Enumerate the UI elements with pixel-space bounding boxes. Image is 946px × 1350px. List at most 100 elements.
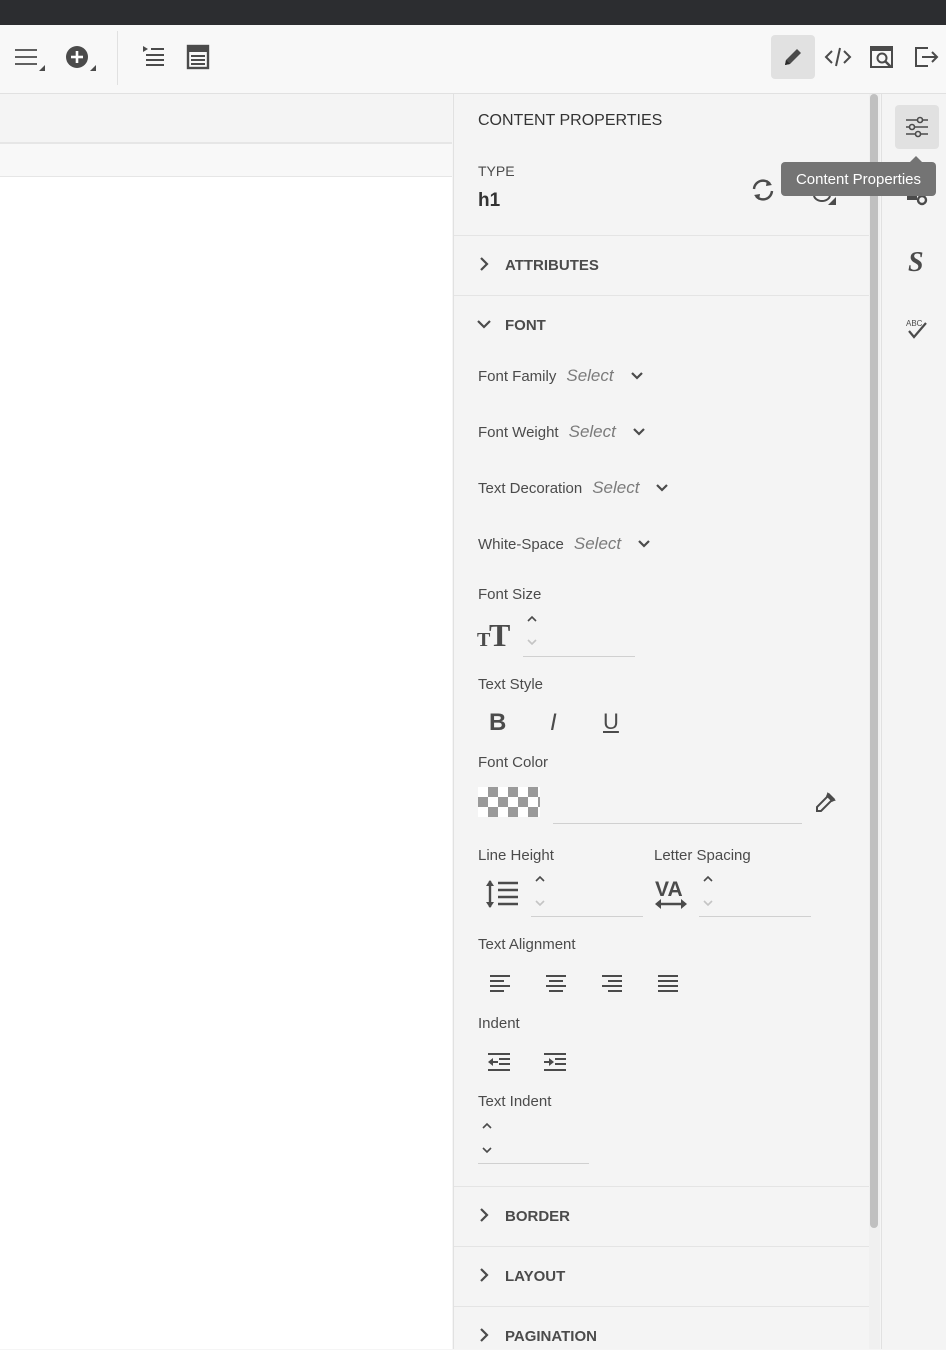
- section-layout[interactable]: LAYOUT: [454, 1246, 870, 1307]
- dropdown-corner-icon: [90, 65, 96, 71]
- line-height-input[interactable]: [531, 890, 643, 917]
- exit-button[interactable]: [904, 35, 946, 79]
- styles-button[interactable]: S: [895, 239, 939, 283]
- add-icon: [65, 45, 89, 69]
- line-height-increment[interactable]: [534, 874, 546, 884]
- document-button[interactable]: [176, 35, 220, 79]
- chevron-down-icon[interactable]: [655, 483, 669, 493]
- font-size-icon: TT: [477, 617, 513, 649]
- text-indent-increment[interactable]: [481, 1121, 493, 1131]
- chevron-down-icon[interactable]: [630, 371, 644, 381]
- styles-icon: S: [905, 247, 929, 275]
- type-label: TYPE: [478, 163, 515, 179]
- text-indent-input[interactable]: [478, 1137, 589, 1164]
- text-indent-label: Text Indent: [478, 1093, 552, 1110]
- chevron-right-icon: [478, 1267, 490, 1283]
- content-properties-tooltip: Content Properties: [781, 156, 936, 196]
- add-button[interactable]: [55, 35, 99, 79]
- editor-area[interactable]: [0, 94, 452, 1349]
- dropdown-corner-icon: [39, 65, 45, 71]
- eyedropper-icon: [813, 791, 837, 815]
- align-right-icon: [601, 974, 623, 994]
- section-border-label: BORDER: [505, 1208, 571, 1225]
- outdent-button[interactable]: [487, 1052, 511, 1072]
- indent-label: Indent: [478, 1015, 520, 1032]
- section-border[interactable]: BORDER: [454, 1186, 870, 1247]
- text-style-label: Text Style: [478, 676, 544, 693]
- editor-breadcrumb-bar: [0, 144, 452, 177]
- refresh-button[interactable]: [750, 177, 776, 203]
- letter-spacing-input[interactable]: [699, 890, 811, 917]
- title-bar: [0, 0, 946, 25]
- scrollbar-thumb[interactable]: [870, 94, 878, 1228]
- bold-button[interactable]: B: [489, 709, 506, 737]
- letter-spacing-icon: VA: [654, 876, 688, 910]
- text-alignment-label: Text Alignment: [478, 936, 576, 953]
- document-icon: [186, 44, 210, 70]
- refresh-icon: [750, 177, 776, 203]
- underline-button[interactable]: U: [603, 709, 619, 735]
- line-height-label: Line Height: [478, 847, 554, 864]
- letter-spacing-increment[interactable]: [702, 874, 714, 884]
- white-space-row: White-Space Select: [478, 534, 651, 554]
- font-weight-label: Font Weight: [478, 423, 559, 441]
- spellcheck-icon: ABC: [905, 317, 929, 341]
- align-justify-button[interactable]: [657, 974, 679, 994]
- editor-header-bar: [0, 94, 452, 144]
- letter-spacing-label: Letter Spacing: [654, 847, 751, 864]
- font-size-input[interactable]: [523, 630, 635, 657]
- font-family-label: Font Family: [478, 367, 557, 385]
- menu-button[interactable]: [4, 35, 48, 79]
- indent-icon: [543, 1052, 567, 1072]
- code-view-button[interactable]: [816, 35, 860, 79]
- insert-list-button[interactable]: [131, 35, 175, 79]
- chevron-down-icon: [476, 318, 492, 330]
- svg-text:VA: VA: [655, 878, 683, 901]
- align-center-icon: [545, 974, 567, 994]
- section-attributes[interactable]: ATTRIBUTES: [454, 235, 870, 296]
- section-attributes-label: ATTRIBUTES: [505, 257, 599, 274]
- content-properties-button[interactable]: [895, 105, 939, 149]
- indent-button[interactable]: [543, 1052, 567, 1072]
- spellcheck-button[interactable]: ABC: [895, 307, 939, 351]
- edit-button[interactable]: [771, 35, 815, 79]
- font-weight-select[interactable]: Select: [569, 422, 616, 442]
- align-center-button[interactable]: [545, 974, 567, 994]
- section-pagination-label: PAGINATION: [505, 1328, 597, 1345]
- preview-icon: [869, 44, 895, 70]
- align-right-button[interactable]: [601, 974, 623, 994]
- preview-button[interactable]: [860, 35, 904, 79]
- text-decoration-row: Text Decoration Select: [478, 478, 669, 498]
- section-font-label: FONT: [505, 317, 546, 334]
- text-decoration-label: Text Decoration: [478, 479, 583, 497]
- svg-text:ABC: ABC: [906, 319, 923, 328]
- color-picker-button[interactable]: [813, 791, 837, 815]
- section-pagination[interactable]: PAGINATION: [454, 1306, 870, 1350]
- white-space-select[interactable]: Select: [574, 534, 621, 554]
- toolbar-separator: [117, 31, 118, 85]
- side-rail: S ABC: [881, 94, 946, 1349]
- panel-title: CONTENT PROPERTIES: [478, 112, 663, 129]
- chevron-down-icon[interactable]: [632, 427, 646, 437]
- align-left-icon: [489, 974, 511, 994]
- type-value: h1: [478, 190, 501, 211]
- chevron-down-icon[interactable]: [637, 539, 651, 549]
- svg-text:T: T: [489, 617, 510, 649]
- section-font[interactable]: FONT: [454, 295, 870, 336]
- menu-icon: [13, 46, 39, 68]
- content-properties-panel: CONTENT PROPERTIES TYPE h1 ATTRIBUTES FO…: [453, 94, 870, 1349]
- font-size-increment[interactable]: [526, 614, 538, 624]
- font-color-input[interactable]: [553, 787, 802, 824]
- font-color-swatch[interactable]: [478, 787, 540, 817]
- font-family-row: Font Family Select: [478, 366, 644, 386]
- text-decoration-select[interactable]: Select: [592, 478, 639, 498]
- exit-icon: [913, 45, 939, 69]
- italic-button[interactable]: I: [550, 709, 557, 737]
- panel-scrollbar[interactable]: [869, 94, 880, 1349]
- align-left-button[interactable]: [489, 974, 511, 994]
- font-size-label: Font Size: [478, 586, 542, 603]
- font-family-select[interactable]: Select: [566, 366, 613, 386]
- font-weight-row: Font Weight Select: [478, 422, 646, 442]
- chevron-right-icon: [478, 256, 490, 272]
- line-height-icon: [485, 878, 519, 910]
